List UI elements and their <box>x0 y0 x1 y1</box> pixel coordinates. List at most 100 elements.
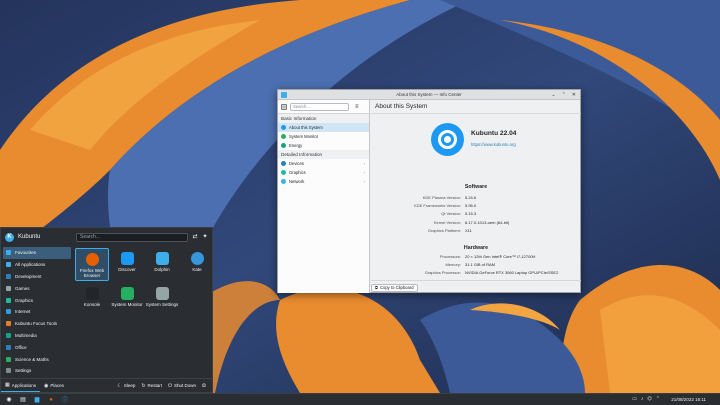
app-icon <box>120 252 134 265</box>
info-key: Graphics Platform: <box>427 227 461 233</box>
launcher-category[interactable]: All Applications <box>3 259 71 271</box>
chevron-down-icon[interactable]: ⌄ <box>551 90 555 100</box>
volume-icon[interactable]: ♪ <box>641 395 644 404</box>
launcher-app[interactable]: Dolphin <box>145 248 179 281</box>
info-value: 5.15.3 <box>465 211 477 217</box>
launcher-category[interactable]: Settings <box>3 365 71 377</box>
launcher-user-name: Kubuntu <box>18 234 41 240</box>
power-icon: ⏻ <box>168 382 173 389</box>
chevron-right-icon: › <box>363 179 366 184</box>
copy-icon: ⧉ <box>375 285 378 290</box>
launcher-category[interactable]: Games <box>3 282 71 294</box>
restart-button[interactable]: ↻ Restart <box>141 383 162 389</box>
category-label: Development <box>15 273 42 279</box>
info-value: 20 × 12th Gen Intel® Core™ i7-12700H <box>465 254 536 259</box>
tab-applications[interactable]: ▦ Applications <box>1 379 40 392</box>
launcher-category[interactable]: Office <box>3 341 71 353</box>
configure-icon[interactable]: ⇄ <box>191 233 199 241</box>
info-key: Qt Version: <box>441 211 461 217</box>
launcher-category[interactable]: Favourites <box>3 247 71 259</box>
launcher-category[interactable]: Development <box>3 271 71 283</box>
sidebar-item[interactable]: System Monitor <box>278 132 369 141</box>
category-label: Multimedia <box>15 332 37 338</box>
leave-button[interactable]: ⏼ <box>202 383 208 389</box>
sidebar: ▤ Search... ≡ Basic Information About thi… <box>278 100 370 293</box>
sidebar-item-icon <box>281 179 286 184</box>
shutdown-label: Shut Down <box>174 383 197 388</box>
category-icon <box>6 250 11 256</box>
shutdown-button[interactable]: ⏻ Shut Down <box>168 383 196 389</box>
maximize-icon[interactable]: ⌃ <box>562 90 566 100</box>
sidebar-item[interactable]: About this System <box>278 123 369 132</box>
pin-icon[interactable]: ✦ <box>201 233 209 241</box>
category-label: Internet <box>15 309 31 315</box>
tray-expand-icon[interactable]: ⌃ <box>656 395 660 404</box>
launcher-category[interactable]: Multimedia <box>3 330 71 342</box>
launcher-app[interactable]: Kate <box>180 248 214 281</box>
sidebar-group-header: Basic Information <box>278 114 369 123</box>
launcher-category[interactable]: Graphics <box>3 294 71 306</box>
category-icon <box>6 356 11 362</box>
launcher-categories: Favourites All Applications Development Gam… <box>3 247 71 377</box>
tab-places[interactable]: ◉ Places <box>40 379 68 392</box>
app-icon <box>85 253 99 266</box>
os-website-link[interactable]: https://www.kubuntu.org <box>471 142 516 147</box>
launcher-category[interactable]: Internet <box>3 306 71 318</box>
info-center-task-icon[interactable]: ⓘ <box>60 396 70 404</box>
sidebar-home-icon[interactable]: ▤ <box>281 103 287 110</box>
sleep-button[interactable]: ☾ Sleep <box>117 383 135 389</box>
info-key: Graphics Processor: <box>424 270 461 276</box>
category-label: Graphics <box>15 297 34 303</box>
dolphin-task-icon[interactable]: ▆ <box>32 396 42 404</box>
app-label: Firefox Web Browser <box>79 268 105 278</box>
sidebar-item-icon <box>281 134 286 139</box>
tab-places-label: Places <box>50 383 64 388</box>
clipboard-icon[interactable]: ▭ <box>632 395 637 404</box>
info-value: X11 <box>465 227 472 233</box>
system-tray: ▭ ♪ ⌬ ⌃ <box>632 395 660 404</box>
category-icon <box>6 262 11 268</box>
sidebar-item[interactable]: Graphics › <box>278 168 369 177</box>
window-titlebar[interactable]: About this System — Info Center ⌄ ⌃ ✕ <box>278 90 580 100</box>
sidebar-item[interactable]: Energy <box>278 141 369 150</box>
close-icon[interactable]: ✕ <box>572 90 576 100</box>
app-icon <box>155 252 169 265</box>
hamburger-menu-icon[interactable]: ≡ <box>355 104 359 110</box>
sidebar-item[interactable]: Devices › <box>278 159 369 168</box>
chevron-right-icon: › <box>363 161 366 166</box>
places-icon: ◉ <box>44 382 49 389</box>
pager-icon[interactable]: ▤ <box>18 396 28 404</box>
sidebar-item-icon <box>281 143 286 148</box>
user-avatar[interactable]: K <box>5 232 14 242</box>
category-label: Office <box>15 344 27 350</box>
info-row: Qt Version: 5.15.3 <box>371 210 581 217</box>
app-launcher-icon[interactable]: ◉ <box>4 396 14 404</box>
launcher-category[interactable]: Kubuntu Focus Tools <box>3 318 71 330</box>
info-row: Graphics Processor: NVIDIA GeForce RTX 30… <box>371 269 581 276</box>
sidebar-search-input[interactable]: Search... <box>290 102 349 111</box>
app-icon <box>120 287 134 300</box>
launcher-app[interactable]: System Monitor <box>110 283 144 316</box>
applications-icon: ▦ <box>5 382 10 388</box>
sidebar-toolbar: ▤ Search... ≡ <box>278 100 369 114</box>
sidebar-item[interactable]: Network › <box>278 177 369 186</box>
app-label: Dolphin <box>154 267 170 272</box>
launcher-app[interactable]: Firefox Web Browser <box>75 248 109 281</box>
launcher-app[interactable]: System Settings <box>145 283 179 316</box>
copy-to-clipboard-button[interactable]: ⧉ Copy to Clipboard <box>371 284 418 292</box>
launcher-app[interactable]: Discover <box>110 248 144 281</box>
launcher-app[interactable]: Konsole <box>75 283 109 316</box>
hardware-heading: Hardware <box>463 245 489 251</box>
network-icon[interactable]: ⌬ <box>647 395 651 404</box>
firefox-task-icon[interactable]: ● <box>46 396 56 404</box>
category-label: Games <box>15 285 30 291</box>
app-label: Discover <box>118 267 136 272</box>
info-row: Kernel Version: 6.17.0-1013-oem (64-bit) <box>371 219 581 226</box>
category-icon <box>6 309 11 315</box>
sidebar-item-label: Energy <box>289 143 303 148</box>
launcher-category[interactable]: Science & Maths <box>3 353 71 365</box>
info-value: NVIDIA GeForce RTX 3060 Laptop GPU/PCIe/… <box>465 270 559 276</box>
category-icon <box>6 344 11 350</box>
clock[interactable]: 21/08/2022 16:11 <box>671 395 706 404</box>
launcher-search-input[interactable]: Search... <box>76 233 188 242</box>
